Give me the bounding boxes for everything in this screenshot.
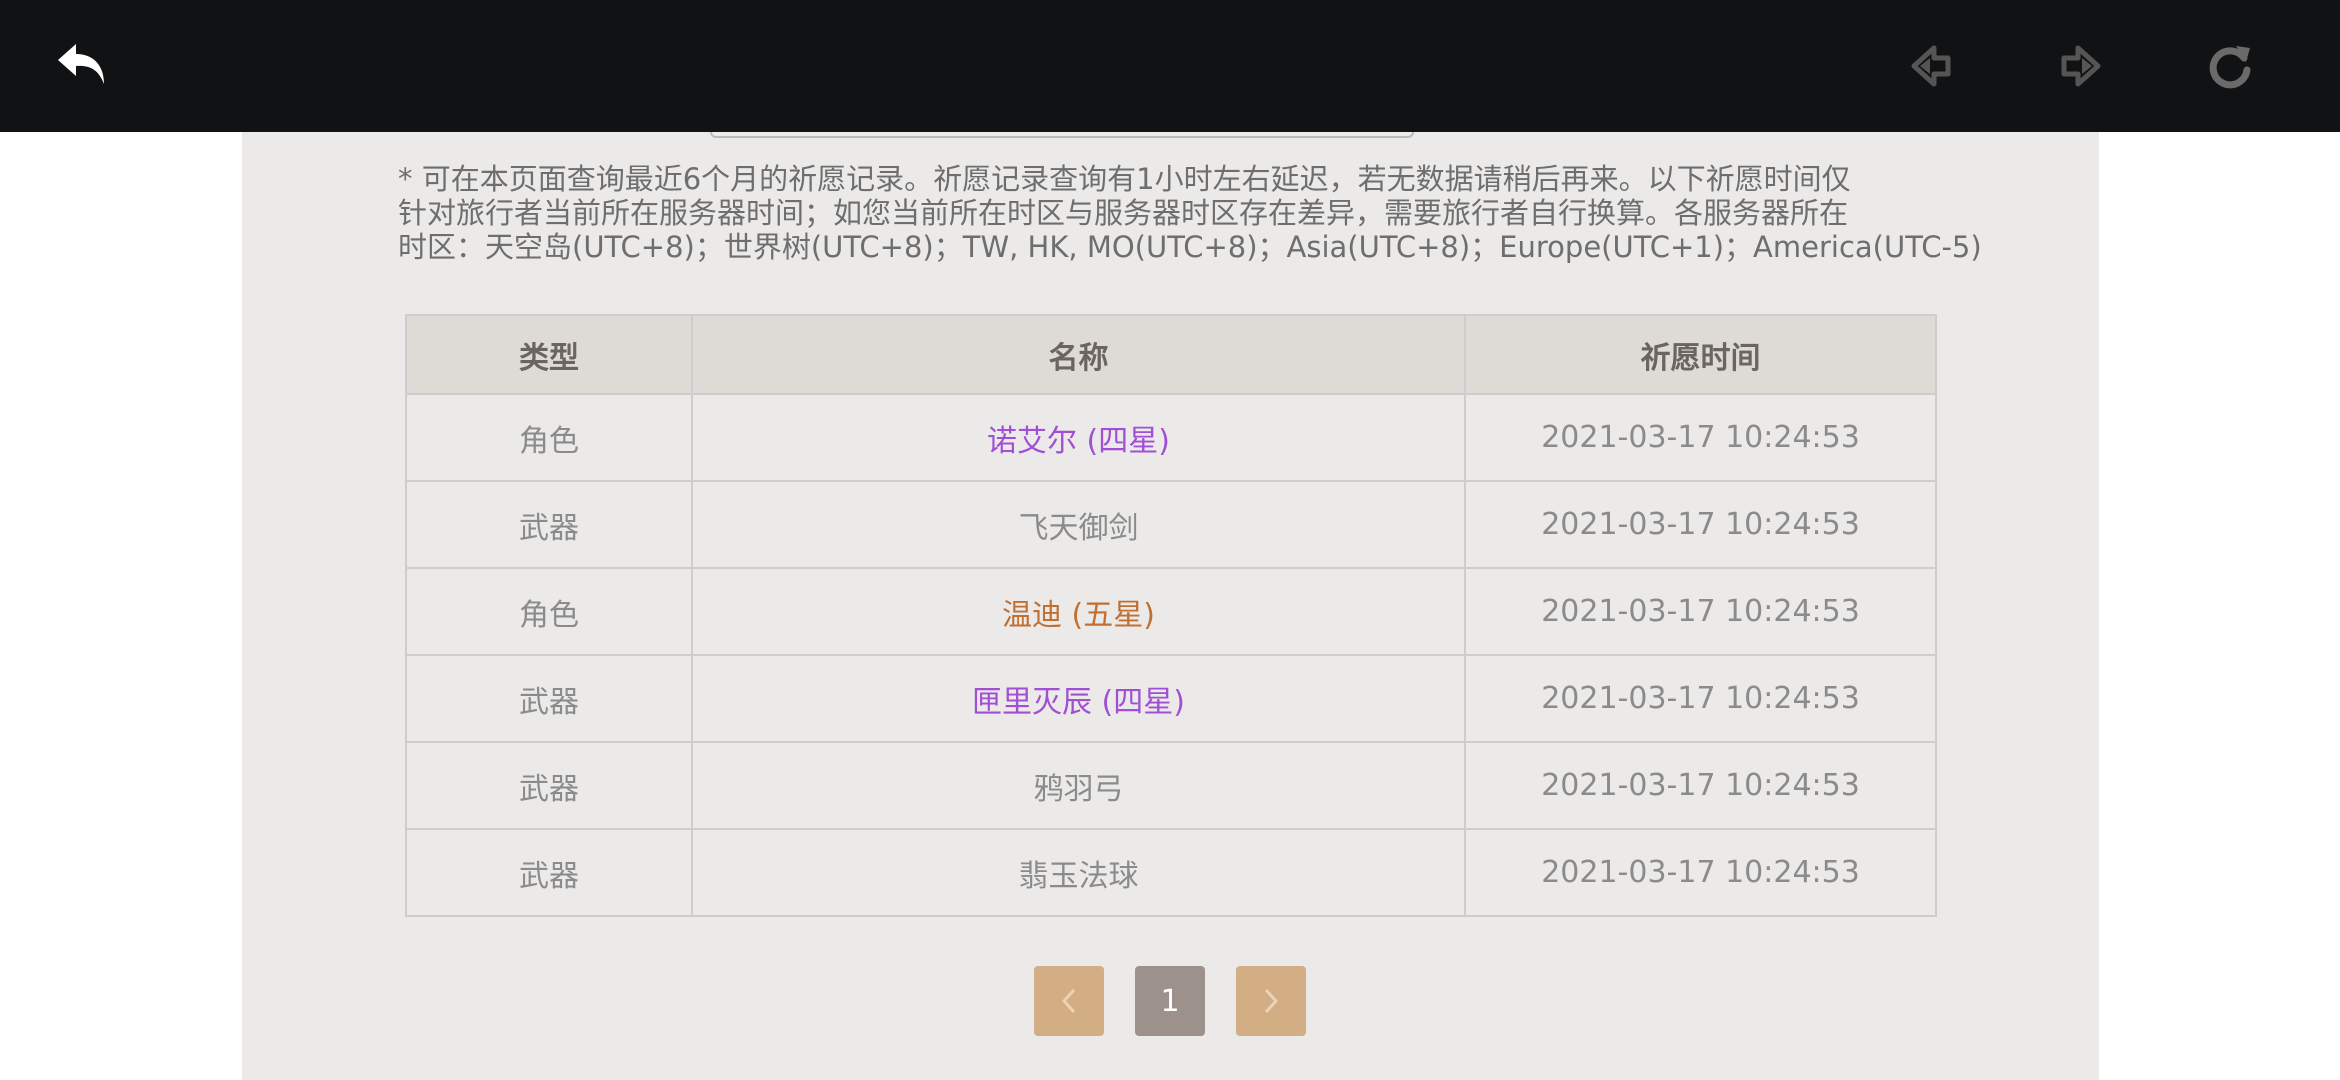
top-toolbar — [0, 0, 2340, 132]
cell-time: 2021-03-17 10:24:53 — [1464, 654, 1937, 743]
notice-line: * 可在本页面查询最近6个月的祈愿记录。祈愿记录查询有1小时左右延迟，若无数据请… — [398, 162, 1851, 196]
notice-line: 时区：天空岛(UTC+8)；世界树(UTC+8)；TW, HK, MO(UTC+… — [398, 230, 1982, 264]
page-number: 1 — [1160, 983, 1180, 1019]
cell-time: 2021-03-17 10:24:53 — [1464, 741, 1937, 830]
page-number-button[interactable]: 1 — [1135, 966, 1205, 1036]
cell-name: 匣里灭辰 (四星) — [691, 654, 1466, 743]
chevron-right-icon — [1264, 988, 1279, 1014]
cell-type: 角色 — [405, 393, 693, 482]
dropdown-select-edge[interactable] — [710, 132, 1414, 138]
header-name: 名称 — [691, 314, 1466, 395]
table-row: 武器 翡玉法球 2021-03-17 10:24:53 — [405, 828, 1937, 917]
prev-page-button[interactable] — [1034, 966, 1104, 1036]
wish-history-panel: * 可在本页面查询最近6个月的祈愿记录。祈愿记录查询有1小时左右延迟，若无数据请… — [242, 132, 2099, 1080]
header-time: 祈愿时间 — [1464, 314, 1937, 395]
cell-time: 2021-03-17 10:24:53 — [1464, 567, 1937, 656]
cell-type: 武器 — [405, 480, 693, 569]
table-row: 武器 匣里灭辰 (四星) 2021-03-17 10:24:53 — [405, 654, 1937, 743]
cell-time: 2021-03-17 10:24:53 — [1464, 480, 1937, 569]
cell-time: 2021-03-17 10:24:53 — [1464, 393, 1937, 482]
refresh-icon[interactable] — [2200, 36, 2260, 96]
table-row: 武器 飞天御剑 2021-03-17 10:24:53 — [405, 480, 1937, 569]
table-row: 角色 温迪 (五星) 2021-03-17 10:24:53 — [405, 567, 1937, 656]
cell-name: 翡玉法球 — [691, 828, 1466, 917]
cell-name: 诺艾尔 (四星) — [691, 393, 1466, 482]
next-page-icon[interactable] — [2050, 36, 2110, 96]
cell-type: 武器 — [405, 654, 693, 743]
header-type: 类型 — [405, 314, 693, 395]
cell-name: 鸦羽弓 — [691, 741, 1466, 830]
chevron-left-icon — [1061, 988, 1076, 1014]
cell-time: 2021-03-17 10:24:53 — [1464, 828, 1937, 917]
back-arrow-icon[interactable] — [52, 36, 112, 96]
cell-type: 武器 — [405, 741, 693, 830]
next-page-button[interactable] — [1236, 966, 1306, 1036]
table-header-row: 类型 名称 祈愿时间 — [405, 314, 1937, 395]
previous-page-icon[interactable] — [1902, 36, 1962, 96]
cell-type: 武器 — [405, 828, 693, 917]
notice-text: * 可在本页面查询最近6个月的祈愿记录。祈愿记录查询有1小时左右延迟，若无数据请… — [398, 162, 2178, 264]
notice-line: 针对旅行者当前所在服务器时间；如您当前所在时区与服务器时区存在差异，需要旅行者自… — [398, 196, 1849, 230]
cell-name: 飞天御剑 — [691, 480, 1466, 569]
table-row: 角色 诺艾尔 (四星) 2021-03-17 10:24:53 — [405, 393, 1937, 482]
wish-record-table: 类型 名称 祈愿时间 角色 诺艾尔 (四星) 2021-03-17 10:24:… — [405, 314, 1937, 917]
cell-type: 角色 — [405, 567, 693, 656]
table-row: 武器 鸦羽弓 2021-03-17 10:24:53 — [405, 741, 1937, 830]
cell-name: 温迪 (五星) — [691, 567, 1466, 656]
